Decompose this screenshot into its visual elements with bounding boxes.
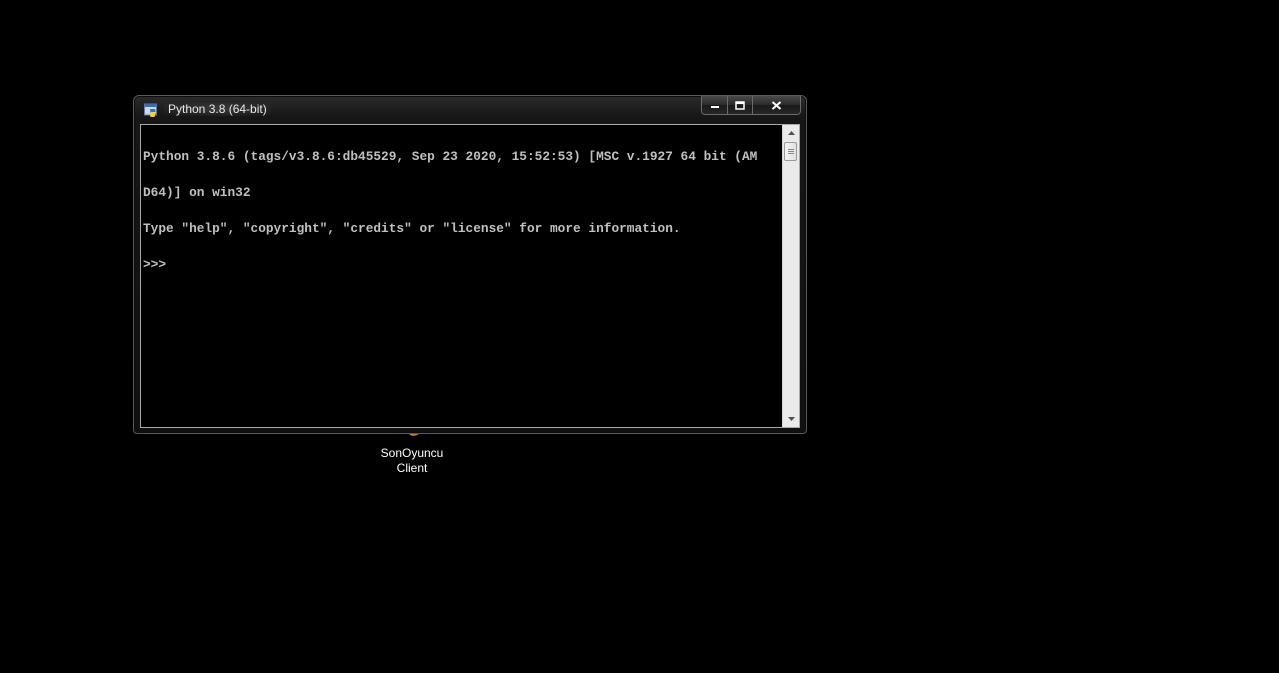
- console-line: D64)] on win32: [143, 185, 251, 200]
- window-controls: [701, 96, 801, 115]
- close-icon: [771, 100, 782, 110]
- console-output[interactable]: Python 3.8.6 (tags/v3.8.6:db45529, Sep 2…: [142, 126, 783, 426]
- maximize-icon: [735, 100, 745, 110]
- console-prompt[interactable]: >>>: [143, 258, 783, 271]
- window-title: Python 3.8 (64-bit): [164, 102, 271, 116]
- vertical-scrollbar[interactable]: [782, 125, 799, 427]
- maximize-button[interactable]: [728, 96, 753, 114]
- python-icon[interactable]: [144, 103, 158, 117]
- console-client-area[interactable]: Python 3.8.6 (tags/v3.8.6:db45529, Sep 2…: [140, 124, 800, 428]
- python-console-window[interactable]: Python 3.8 (64-bit) Python 3.8.6 (tags/v…: [133, 95, 807, 434]
- minimize-button[interactable]: [702, 96, 728, 114]
- chevron-up-icon: [787, 131, 795, 135]
- console-line: Python 3.8.6 (tags/v3.8.6:db45529, Sep 2…: [143, 149, 758, 164]
- scroll-up-button[interactable]: [783, 125, 799, 141]
- desktop: SonOyuncu Client Python 3.8 (64-bit) Pyt…: [0, 0, 1279, 673]
- console-line: Type "help", "copyright", "credits" or "…: [143, 221, 681, 236]
- thumb-grip: [788, 151, 794, 152]
- scrollbar-thumb[interactable]: [784, 142, 797, 161]
- desktop-icon-label[interactable]: SonOyuncu Client: [372, 446, 452, 476]
- minimize-icon: [710, 106, 719, 108]
- thumb-grip: [788, 149, 794, 150]
- title-bar[interactable]: Python 3.8 (64-bit): [134, 96, 806, 122]
- thumb-grip: [788, 153, 794, 154]
- chevron-down-icon: [787, 417, 795, 421]
- scroll-down-button[interactable]: [783, 411, 799, 427]
- close-button[interactable]: [753, 96, 800, 114]
